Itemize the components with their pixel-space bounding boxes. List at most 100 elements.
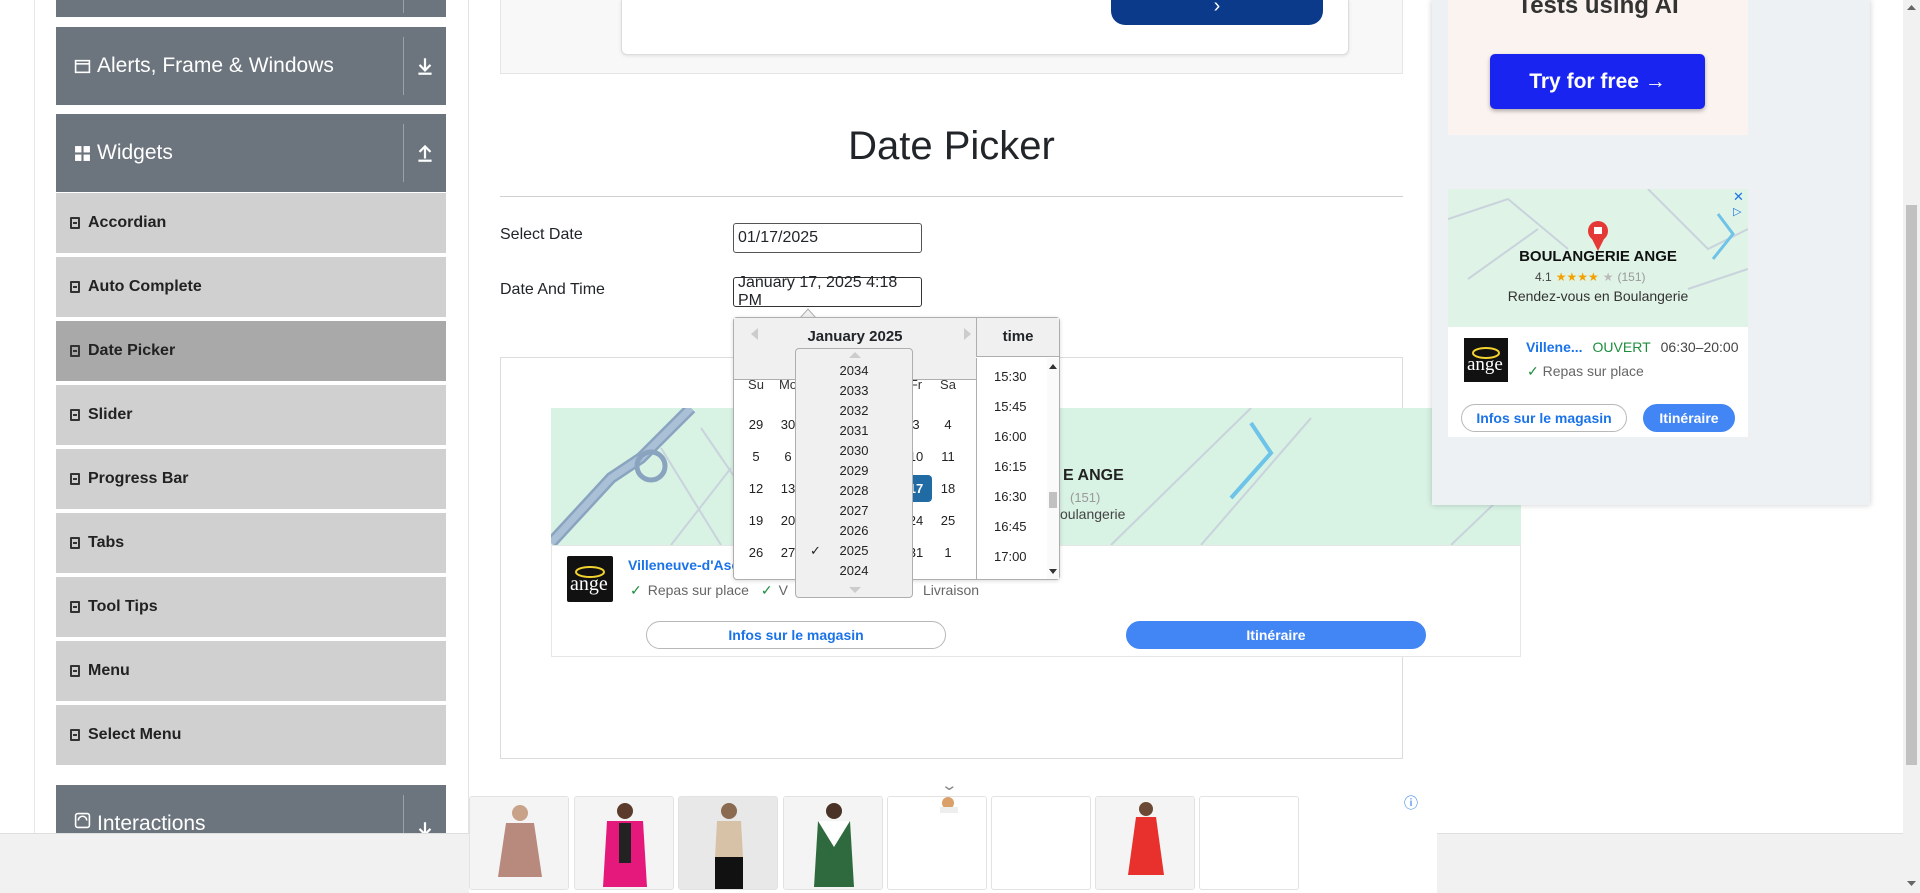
year-list: 2034 2033 2032 2031 2030 2029 2028 2027 2026 2025… xyxy=(796,361,912,581)
select-date-input[interactable]: 01/17/2025 xyxy=(733,223,922,253)
product-tile[interactable] xyxy=(574,796,674,890)
calendar-day[interactable]: 25 xyxy=(932,507,964,534)
sidebar-item-accordian[interactable]: Accordian xyxy=(56,193,446,255)
tag: Repas sur place xyxy=(647,582,749,598)
html5-icon xyxy=(70,601,80,613)
year-option[interactable]: 2030 xyxy=(796,441,912,461)
pink-jacket-image xyxy=(575,797,673,889)
amenity: Repas sur place xyxy=(1542,363,1644,379)
year-option[interactable]: 2028 xyxy=(796,481,912,501)
html5-icon xyxy=(70,665,80,677)
calendar-day[interactable]: 4 xyxy=(932,411,964,438)
year-option[interactable]: 2029 xyxy=(796,461,912,481)
opening-hours: 06:30–20:00 xyxy=(1660,339,1739,355)
year-option[interactable]: 2031 xyxy=(796,421,912,441)
sidebar-item-auto-complete[interactable]: Auto Complete xyxy=(56,257,446,319)
sidebar-group-label: Widgets xyxy=(97,141,173,164)
top-ad-button[interactable]: › xyxy=(1111,0,1323,25)
open-status: OUVERT xyxy=(1592,339,1651,355)
scroll-down-icon[interactable] xyxy=(1047,567,1059,577)
try-free-button[interactable]: Try for free → xyxy=(1490,54,1705,109)
map-rating: (151) xyxy=(1070,490,1101,505)
adchoices-icon[interactable]: ▷ xyxy=(1733,205,1741,218)
sidebar-group-alerts[interactable]: Alerts, Frame & Windows xyxy=(56,27,446,105)
time-list[interactable]: 15:30 15:45 16:00 16:15 16:30 16:45 17:00 xyxy=(976,358,1059,579)
sidebar-group-previous[interactable] xyxy=(56,0,446,17)
year-option[interactable]: 2027 xyxy=(796,501,912,521)
interactions-icon xyxy=(74,812,91,829)
page-title: Date Picker xyxy=(848,124,1055,168)
directions-button[interactable]: Itinéraire xyxy=(1126,621,1426,649)
sidebar-item-select-menu[interactable]: Select Menu xyxy=(56,705,446,767)
sidebar-item-progress-bar[interactable]: Progress Bar xyxy=(56,449,446,511)
dress-image xyxy=(470,797,568,889)
calendar-day[interactable]: 29 xyxy=(740,411,772,438)
tag: V xyxy=(778,582,788,598)
ange-logo: ange xyxy=(567,556,613,602)
title-divider xyxy=(500,196,1403,197)
html5-icon xyxy=(70,409,80,421)
year-option[interactable]: 2024 xyxy=(796,561,912,581)
window-icon xyxy=(74,59,91,73)
sidebar-item-tool-tips[interactable]: Tool Tips xyxy=(56,577,446,639)
map-location-link[interactable]: Villeneuve-d'Asc xyxy=(628,557,739,573)
map-category: oulangerie xyxy=(1060,506,1126,522)
scroll-down-icon[interactable] xyxy=(1906,880,1917,888)
year-option[interactable]: 2026 xyxy=(796,521,912,541)
calendar-day[interactable]: 18 xyxy=(932,475,964,502)
upload-arrow-icon xyxy=(418,144,432,162)
sidebar-item-label: Tabs xyxy=(88,534,125,551)
content-divider xyxy=(468,0,469,835)
sidebar-item-menu[interactable]: Menu xyxy=(56,641,446,703)
year-option[interactable]: 2034 xyxy=(796,361,912,381)
scroll-up-icon[interactable] xyxy=(1906,3,1917,11)
scroll-up-icon[interactable] xyxy=(848,351,862,359)
directions-button[interactable]: Itinéraire xyxy=(1643,404,1735,432)
product-tile[interactable] xyxy=(678,796,778,890)
right-ad-shop-name: BOULANGERIE ANGE xyxy=(1519,248,1677,265)
calendar-day[interactable]: 5 xyxy=(740,443,772,470)
calendar-day[interactable]: 1 xyxy=(932,539,964,566)
check-icon: ✓ xyxy=(810,543,821,558)
scroll-down-icon[interactable] xyxy=(848,586,862,594)
store-info-button[interactable]: Infos sur le magasin xyxy=(646,621,946,649)
sidebar-item-label: Select Menu xyxy=(88,726,182,743)
ange-logo: ange xyxy=(1464,338,1508,382)
product-tile[interactable] xyxy=(991,796,1091,890)
printed-dress-image xyxy=(784,797,882,889)
calendar-day[interactable]: 19 xyxy=(740,507,772,534)
page-scroll-thumb[interactable] xyxy=(1906,205,1917,765)
sidebar-group-label: Alerts, Frame & Windows xyxy=(97,54,334,77)
map-shop-name: E ANGE xyxy=(1063,467,1124,484)
date-time-input[interactable]: January 17, 2025 4:18 PM xyxy=(733,274,922,309)
calendar-day[interactable]: 26 xyxy=(740,539,772,566)
year-option[interactable]: 2032 xyxy=(796,401,912,421)
ad-info-icon[interactable]: ⓘ xyxy=(1404,793,1418,813)
product-tile[interactable] xyxy=(783,796,883,890)
product-tile[interactable] xyxy=(469,796,569,890)
product-tile[interactable] xyxy=(887,796,987,890)
red-dress-image xyxy=(1096,797,1194,889)
sidebar-item-slider[interactable]: Slider xyxy=(56,385,446,447)
year-option[interactable]: 2025 ✓ xyxy=(796,541,912,561)
scroll-up-icon[interactable] xyxy=(1047,361,1059,371)
year-dropdown[interactable]: 2034 2033 2032 2031 2030 2029 2028 2027 2026 2025… xyxy=(795,348,913,598)
product-tile[interactable] xyxy=(1199,796,1299,890)
sidebar-group-widgets[interactable]: Widgets xyxy=(56,114,446,192)
star-icons: ★★★★ xyxy=(1555,270,1599,284)
scroll-thumb[interactable] xyxy=(1049,492,1057,508)
sidebar-item-date-picker[interactable]: Date Picker xyxy=(56,321,446,383)
star-icon-empty: ★ xyxy=(1602,270,1614,284)
time-scrollbar[interactable] xyxy=(1047,358,1059,579)
html5-icon xyxy=(70,537,80,549)
sidebar-item-tabs[interactable]: Tabs xyxy=(56,513,446,575)
year-option[interactable]: 2033 xyxy=(796,381,912,401)
calendar-day[interactable]: 12 xyxy=(740,475,772,502)
product-tile[interactable] xyxy=(1095,796,1195,890)
check-icon: ✓ xyxy=(760,582,773,598)
ad-close-icon[interactable]: ✕ xyxy=(1733,189,1744,205)
location-link[interactable]: Villene... xyxy=(1526,339,1583,355)
store-info-button[interactable]: Infos sur le magasin xyxy=(1461,404,1627,432)
calendar-day[interactable]: 11 xyxy=(932,443,964,470)
chevron-right-icon: › xyxy=(1213,0,1221,17)
